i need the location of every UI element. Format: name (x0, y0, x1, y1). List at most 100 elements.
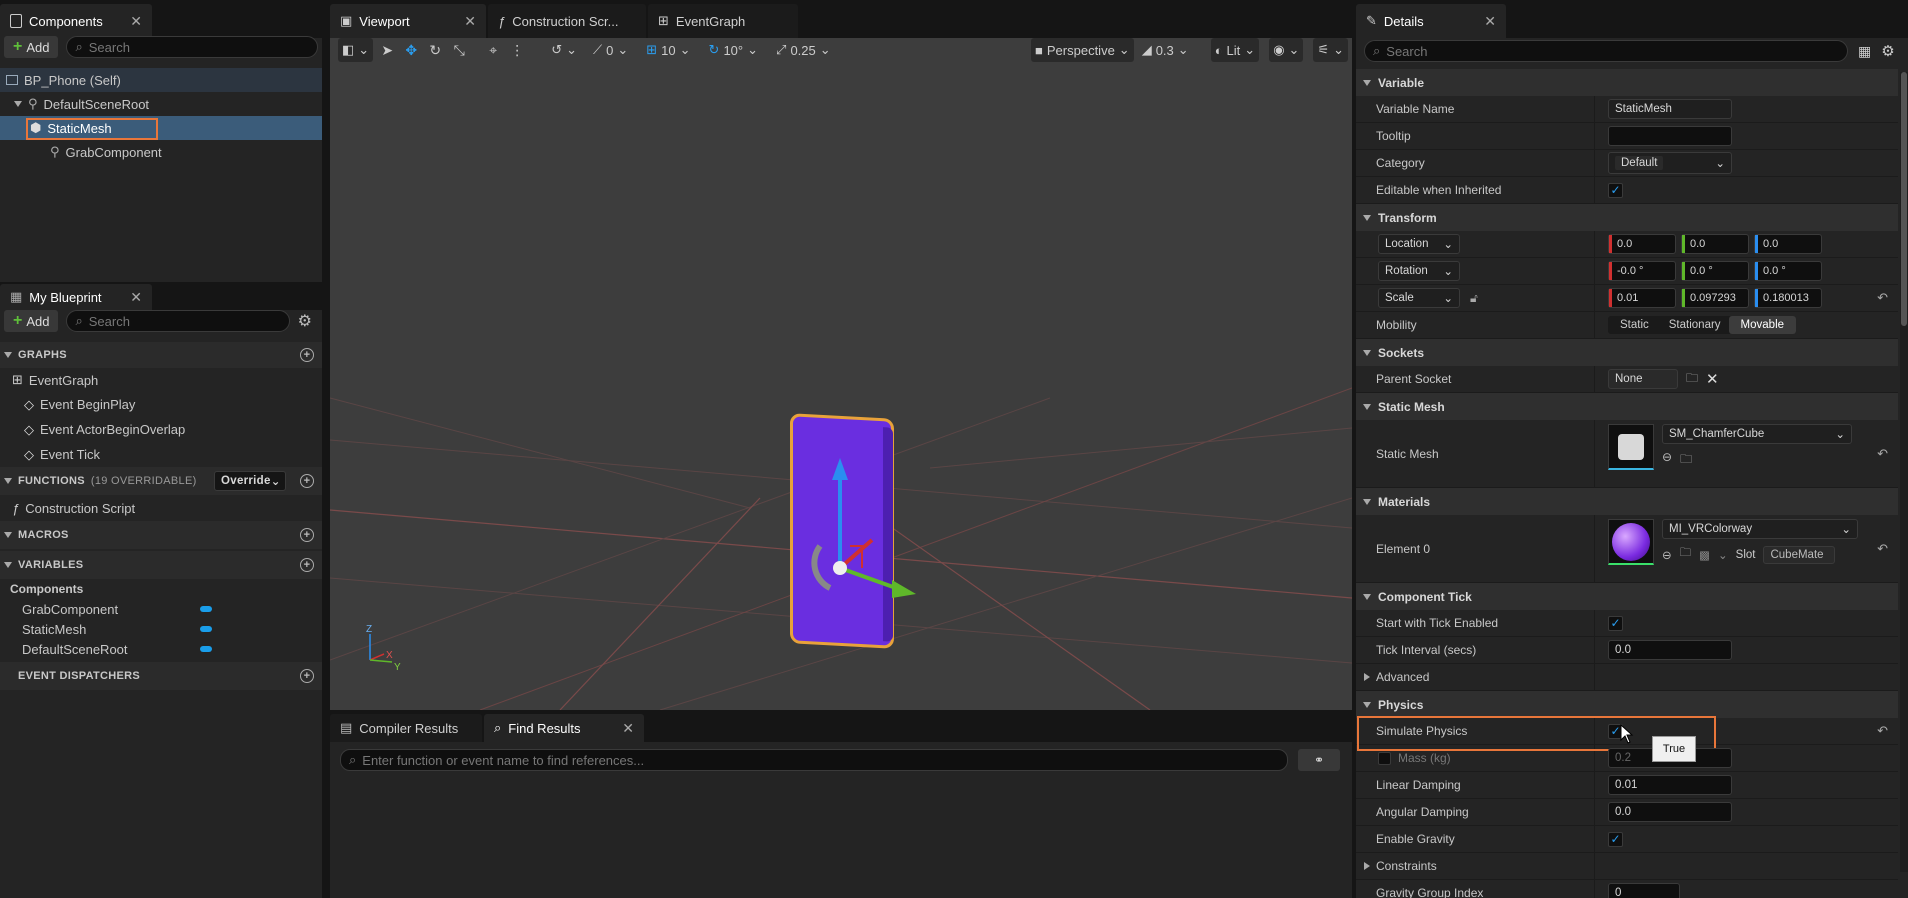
variables-header[interactable]: VARIABLES + (0, 551, 322, 579)
material-dropdown[interactable]: MI_VRColorway ⌄ (1662, 519, 1858, 539)
components-search-input[interactable]: ⌕ Search (66, 36, 318, 58)
event-tick[interactable]: ◇ Event Tick (0, 442, 322, 467)
chevron-down-icon[interactable]: ⌄ (1718, 548, 1728, 562)
scale-y-field[interactable]: 0.097293 (1681, 288, 1749, 308)
close-icon[interactable]: ✕ (116, 289, 142, 306)
blueprint-search-input[interactable]: ⌕ Search (66, 310, 290, 332)
tree-item-defaultsceneroot[interactable]: ⚲ DefaultSceneRoot (0, 92, 322, 116)
section-static-mesh[interactable]: Static Mesh (1356, 393, 1898, 420)
add-variable-icon[interactable]: + (300, 558, 314, 572)
gear-icon[interactable]: ⚙ (1881, 42, 1894, 60)
mobility-movable[interactable]: Movable (1728, 316, 1797, 334)
variable-name-field[interactable]: StaticMesh (1608, 99, 1732, 119)
event-actorbeginoverlap[interactable]: ◇ Event ActorBeginOverlap (0, 417, 322, 442)
enable-gravity-checkbox[interactable]: ✓ (1608, 831, 1623, 847)
rotate-snap-button[interactable]: ⟋ 0 ⌄ (589, 38, 632, 62)
rotation-x-field[interactable]: -0.0 ° (1608, 261, 1676, 281)
tab-details[interactable]: ✎ Details ✕ (1356, 4, 1506, 38)
mass-override-checkbox[interactable] (1378, 751, 1391, 765)
translate-icon[interactable]: ✥ (401, 40, 421, 60)
clear-icon[interactable]: ✕ (1706, 370, 1719, 388)
browse-icon[interactable]: 🗀︎ (1680, 450, 1692, 471)
event-dispatchers-header[interactable]: EVENT DISPATCHERS + (0, 662, 322, 690)
table-view-icon[interactable]: ▦ (1858, 43, 1871, 60)
location-z-field[interactable]: 0.0 (1754, 234, 1822, 254)
use-selected-icon[interactable]: ⊖ (1662, 548, 1672, 562)
details-search-input[interactable]: ⌕ Search (1364, 40, 1848, 62)
reset-icon[interactable]: ↶ (1877, 446, 1888, 462)
find-references-input[interactable]: ⌕ Enter function or event name to find re… (340, 749, 1288, 771)
location-y-field[interactable]: 0.0 (1681, 234, 1749, 254)
tick-interval-field[interactable]: 0.0 (1608, 640, 1732, 660)
scale-dropdown[interactable]: Scale ⌄ (1378, 288, 1460, 308)
scale-snap-button[interactable]: ⤢ 0.25 ⌄ (772, 38, 835, 62)
section-sockets[interactable]: Sockets (1356, 339, 1898, 366)
reset-icon[interactable]: ↶ (1877, 723, 1888, 739)
tab-my-blueprint[interactable]: ▦ My Blueprint ✕ (0, 284, 152, 310)
graphs-header[interactable]: GRAPHS + (0, 342, 322, 368)
reset-icon[interactable]: ↶ (1877, 541, 1888, 557)
grid-snap-button[interactable]: ⊞ 10 ⌄ (642, 38, 694, 62)
location-dropdown[interactable]: Location ⌄ (1378, 234, 1460, 254)
functions-header[interactable]: FUNCTIONS (19 OVERRIDABLE) Override ⌄ + (0, 467, 322, 495)
location-x-field[interactable]: 0.0 (1608, 234, 1676, 254)
performance-dropdown[interactable]: ⚟ ⌄ (1313, 38, 1348, 62)
override-dropdown[interactable]: Override ⌄ (214, 471, 286, 491)
close-icon[interactable]: ✕ (450, 13, 476, 30)
gravity-group-field[interactable]: 0 (1608, 883, 1680, 898)
add-button[interactable]: + Add (4, 310, 59, 332)
select-icon[interactable]: ➤ (377, 40, 397, 60)
variable-defaultsceneroot[interactable]: DefaultSceneRoot (0, 639, 322, 659)
angular-damping-field[interactable]: 0.0 (1608, 802, 1732, 822)
editable-inherited-checkbox[interactable]: ✓ (1608, 182, 1623, 198)
start-tick-checkbox[interactable]: ✓ (1608, 615, 1623, 631)
rotation-snap-button[interactable]: ↻ 10° ⌄ (705, 38, 762, 62)
folder-icon[interactable]: 🗀︎ (1686, 369, 1698, 390)
camera-speed-dropdown[interactable]: ◢ 0.3 ⌄ (1138, 38, 1193, 62)
show-flags-dropdown[interactable]: ◉ ⌄ (1269, 38, 1304, 62)
browse-icon[interactable]: 🗀︎ (1680, 545, 1692, 564)
static-mesh-dropdown[interactable]: SM_ChamferCube ⌄ (1662, 424, 1852, 444)
add-function-icon[interactable]: + (300, 474, 314, 488)
tree-item-grabcomponent[interactable]: ⚲ GrabComponent (0, 140, 322, 164)
gear-icon[interactable]: ⚙ (298, 311, 312, 331)
rotate-icon[interactable]: ↻ (425, 40, 445, 60)
transform-gizmo[interactable] (780, 428, 930, 628)
variable-grabcomponent[interactable]: GrabComponent (0, 599, 322, 619)
section-transform[interactable]: Transform (1356, 204, 1898, 231)
category-dropdown[interactable]: Default ⌄ (1608, 152, 1732, 174)
tab-construction-script[interactable]: ƒ Construction Scr... (488, 4, 646, 38)
reset-icon[interactable]: ↶ (1877, 290, 1888, 306)
rotation-z-field[interactable]: 0.0 ° (1754, 261, 1822, 281)
scrollbar-thumb[interactable] (1901, 72, 1907, 326)
scrollbar[interactable] (1900, 72, 1908, 872)
lock-icon[interactable]: 🔓︎ (1470, 291, 1478, 306)
tab-viewport[interactable]: ▣ Viewport ✕ (330, 4, 486, 38)
material-thumbnail[interactable] (1608, 519, 1654, 565)
section-variable[interactable]: Variable (1356, 69, 1898, 96)
graph-eventgraph[interactable]: ⊞ EventGraph (0, 368, 322, 392)
close-icon[interactable]: ✕ (1470, 13, 1496, 30)
row-constraints[interactable]: Constraints (1356, 853, 1898, 880)
linear-damping-field[interactable]: 0.01 (1608, 775, 1732, 795)
tree-item-self[interactable]: BP_Phone (Self) (0, 68, 322, 92)
add-macro-icon[interactable]: + (300, 528, 314, 542)
variable-staticmesh[interactable]: StaticMesh (0, 619, 322, 639)
view-mode-dropdown[interactable]: ◐ Lit ⌄ (1210, 38, 1260, 62)
perspective-dropdown[interactable]: ■ Perspective ⌄ (1031, 38, 1134, 62)
variable-group-components[interactable]: Components (0, 579, 322, 599)
binoculars-button[interactable]: ⚭ (1298, 749, 1340, 771)
rotation-dropdown[interactable]: Rotation ⌄ (1378, 261, 1460, 281)
more-icon[interactable]: ⋮ (507, 40, 527, 60)
scale-icon[interactable]: ⤡ (449, 40, 469, 60)
add-component-button[interactable]: + Add (4, 36, 59, 58)
section-materials[interactable]: Materials (1356, 488, 1898, 515)
section-component-tick[interactable]: Component Tick (1356, 583, 1898, 610)
scale-z-field[interactable]: 0.180013 (1754, 288, 1822, 308)
add-dispatcher-icon[interactable]: + (300, 669, 314, 683)
rotation-y-field[interactable]: 0.0 ° (1681, 261, 1749, 281)
function-construction-script[interactable]: ƒ Construction Script (0, 495, 322, 521)
mobility-static[interactable]: Static (1608, 316, 1661, 334)
world-local-icon[interactable]: ⌖ (483, 40, 503, 60)
use-selected-icon[interactable]: ⊖ (1662, 450, 1672, 471)
